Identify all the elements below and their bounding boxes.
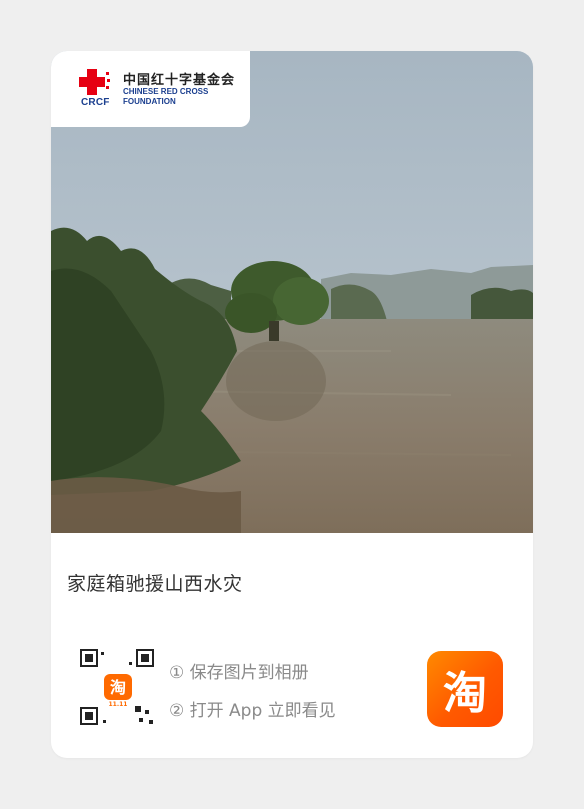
post-title: 家庭箱驰援山西水灾: [67, 573, 243, 595]
logo-name-en-line1: CHINESE RED CROSS: [123, 87, 209, 96]
logo-abbreviation: CRCF: [81, 97, 110, 108]
logo-name-en-line2: FOUNDATION: [123, 97, 176, 106]
share-card: CRCF 中国红十字基金会 CHINESE RED CROSS FOUNDATI…: [51, 51, 533, 758]
logo-name-cn: 中国红十字基金会: [123, 73, 236, 88]
step-save-image: ① 保存图片到相册: [169, 663, 309, 683]
logo-name-en: CHINESE RED CROSS FOUNDATION: [123, 87, 243, 107]
crcf-logo: CRCF 中国红十字基金会 CHINESE RED CROSS FOUNDATI…: [51, 51, 250, 127]
qr-code[interactable]: 淘 11.11: [79, 648, 157, 728]
qr-center-subtext: 11.11: [109, 701, 128, 708]
taobao-app-icon[interactable]: 淘: [427, 651, 503, 727]
step-open-app: ② 打开 App 立即看见: [169, 701, 336, 721]
qr-center-glyph: 淘: [110, 678, 126, 697]
red-cross-icon: [79, 69, 110, 95]
